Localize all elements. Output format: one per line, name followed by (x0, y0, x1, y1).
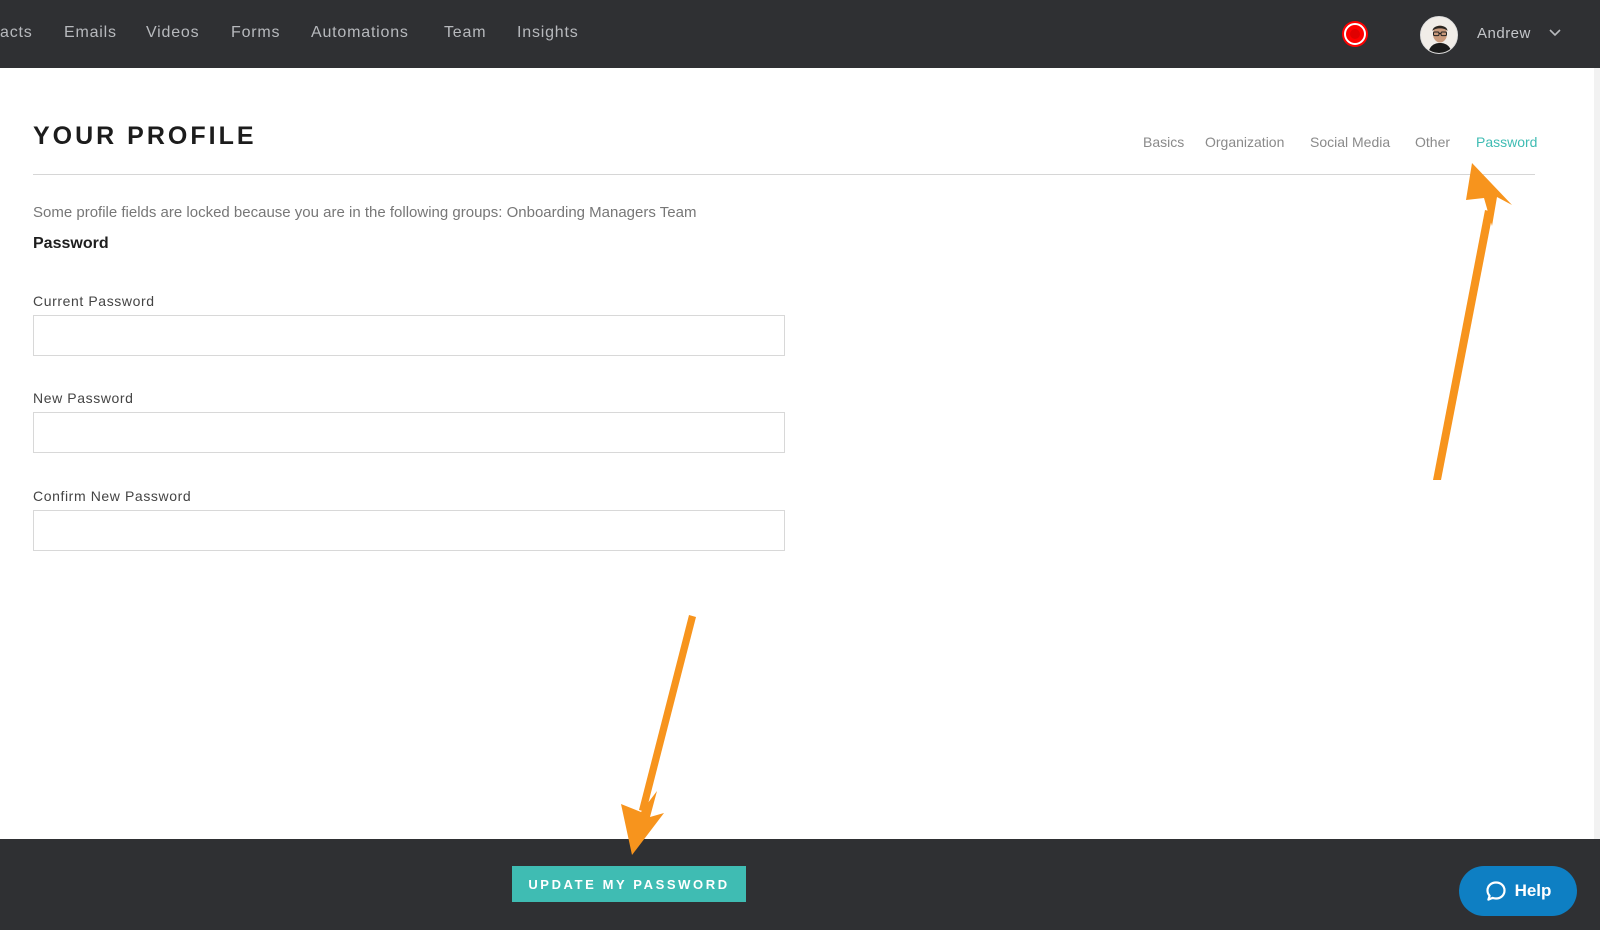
nav-item-videos[interactable]: Videos (146, 24, 199, 42)
tab-basics[interactable]: Basics (1143, 134, 1184, 150)
avatar[interactable] (1420, 16, 1458, 54)
tab-organization[interactable]: Organization (1205, 134, 1284, 150)
current-password-label: Current Password (33, 293, 155, 309)
locked-fields-notice: Some profile fields are locked because y… (33, 204, 697, 221)
avatar-person-icon (1421, 17, 1457, 53)
nav-item-emails[interactable]: Emails (64, 24, 117, 42)
tab-password[interactable]: Password (1476, 134, 1537, 150)
user-name[interactable]: Andrew (1477, 25, 1531, 42)
bottom-action-bar (0, 839, 1600, 930)
help-label: Help (1514, 881, 1552, 900)
nav-item-automations[interactable]: Automations (311, 24, 409, 42)
nav-item-contacts[interactable]: acts (0, 24, 33, 42)
nav-item-team[interactable]: Team (444, 24, 486, 42)
nav-item-insights[interactable]: Insights (517, 24, 579, 42)
tab-other[interactable]: Other (1415, 134, 1450, 150)
update-password-button[interactable]: UPDATE MY PASSWORD (512, 866, 746, 902)
help-button[interactable]: Help (1459, 866, 1577, 916)
confirm-password-field[interactable] (33, 510, 785, 551)
chat-bubble-icon (1485, 881, 1506, 901)
record-icon[interactable] (1344, 23, 1366, 45)
current-password-field[interactable] (33, 315, 785, 356)
arrow-to-password-tab (1433, 163, 1512, 480)
new-password-field[interactable] (33, 412, 785, 453)
section-title: Password (33, 235, 109, 252)
new-password-label: New Password (33, 390, 134, 406)
arrow-to-update-button (621, 615, 696, 855)
page-title: YOUR PROFILE (33, 122, 257, 150)
nav-item-forms[interactable]: Forms (231, 24, 280, 42)
scrollbar[interactable] (1594, 68, 1600, 930)
tab-social-media[interactable]: Social Media (1310, 134, 1390, 150)
chevron-down-icon[interactable] (1548, 28, 1562, 38)
confirm-password-label: Confirm New Password (33, 488, 192, 504)
header-divider (33, 174, 1535, 175)
top-nav-bar: acts Emails Videos Forms Automations Tea… (0, 0, 1600, 68)
